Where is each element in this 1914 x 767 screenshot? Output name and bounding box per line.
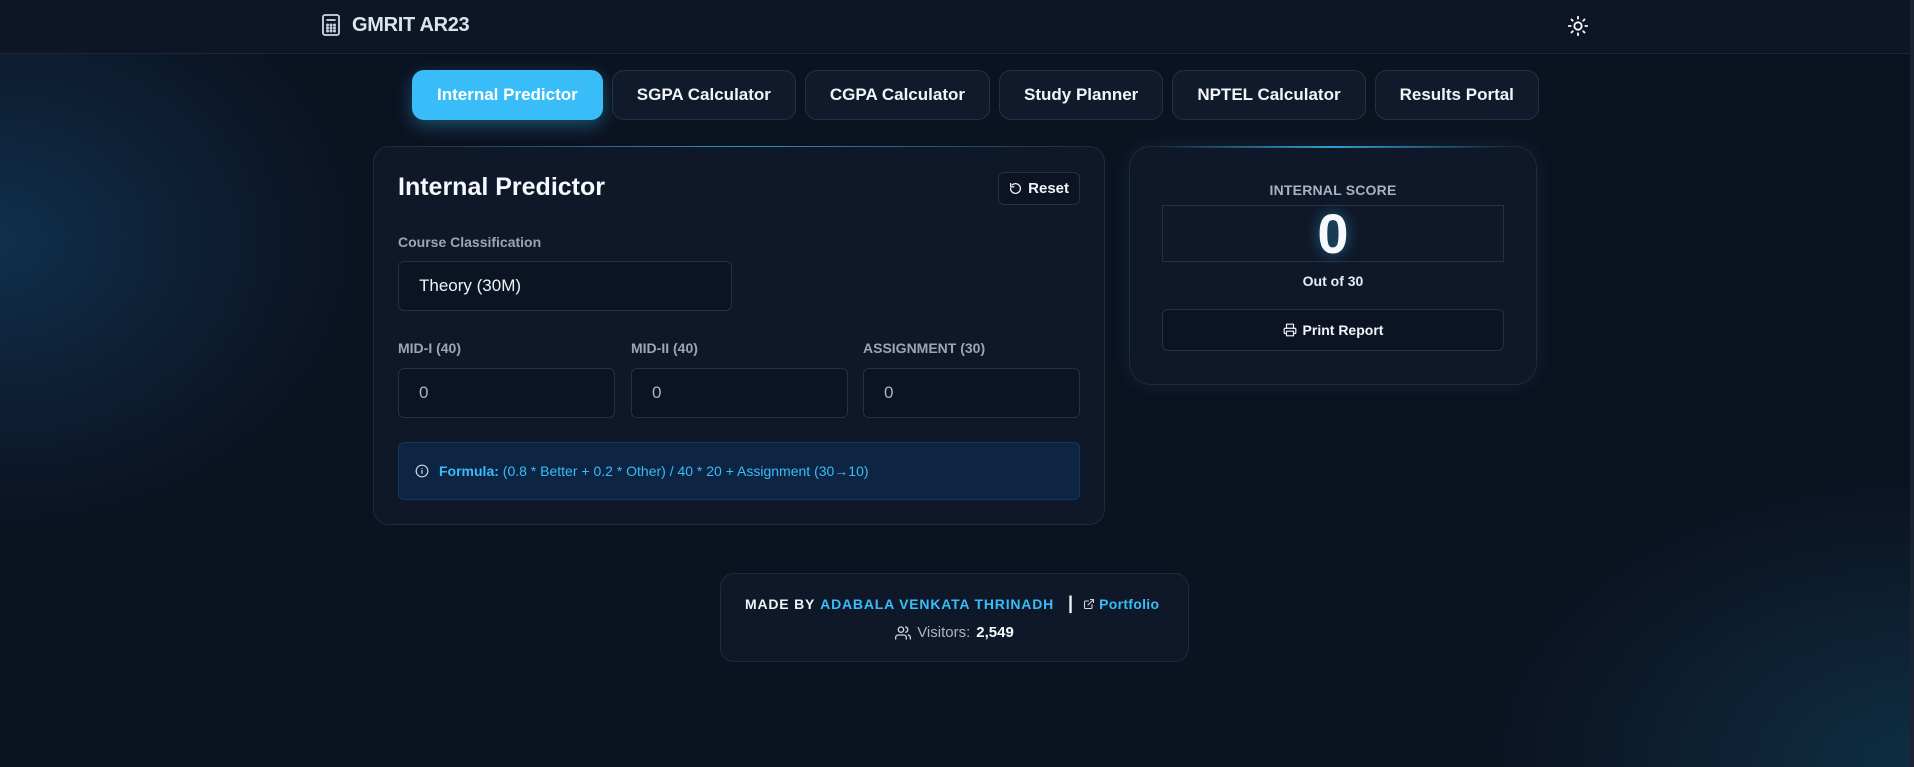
tab-sgpa-calculator[interactable]: SGPA Calculator	[611, 70, 796, 120]
credit-line: MADE BY ADABALA VENKATA THRINADH | Portf…	[745, 593, 1159, 614]
reset-label: Reset	[1028, 180, 1069, 197]
top-navbar: GMRIT AR23	[0, 0, 1910, 54]
theme-toggle-button[interactable]	[1564, 12, 1592, 40]
external-link-icon	[1084, 598, 1095, 609]
tab-cgpa-calculator[interactable]: CGPA Calculator	[804, 70, 990, 120]
tab-bar: Internal Predictor SGPA Calculator CGPA …	[412, 70, 1539, 120]
internal-predictor-card: Internal Predictor Reset Course Classifi…	[373, 146, 1105, 525]
internal-score-value: 0	[1162, 202, 1504, 265]
mid2-label: MID-II (40)	[631, 340, 698, 356]
card-accent-line	[1160, 146, 1506, 148]
formula-info-box: Formula: (0.8 * Better + 0.2 * Other) / …	[398, 442, 1080, 500]
reset-button[interactable]: Reset	[998, 172, 1080, 205]
mid1-label: MID-I (40)	[398, 340, 461, 356]
portfolio-link[interactable]: Portfolio	[1083, 596, 1159, 612]
tab-results-portal[interactable]: Results Portal	[1374, 70, 1539, 120]
course-classification-label: Course Classification	[398, 234, 542, 250]
card-title: Internal Predictor	[398, 173, 605, 201]
course-classification-select[interactable]: Theory (30M)	[398, 261, 732, 311]
author-name: ADABALA VENKATA THRINADH	[820, 595, 1055, 612]
mid2-input[interactable]: 0	[631, 368, 848, 418]
internal-score-card: INTERNAL SCORE 0 Out of 30 Print Report	[1129, 146, 1537, 385]
brand[interactable]: GMRIT AR23	[320, 13, 470, 37]
print-report-button[interactable]: Print Report	[1162, 309, 1504, 351]
formula-text: (0.8 * Better + 0.2 * Other) / 40 * 20 +…	[502, 463, 869, 479]
users-icon	[895, 625, 912, 640]
score-out-of: Out of 30	[1302, 273, 1364, 289]
card-accent-line	[394, 146, 1084, 147]
made-by-text: MADE BY	[745, 595, 816, 612]
internal-score-label: INTERNAL SCORE	[1269, 182, 1397, 198]
tab-study-planner[interactable]: Study Planner	[999, 70, 1164, 120]
assignment-label: ASSIGNMENT (30)	[863, 340, 986, 356]
separator: |	[1068, 593, 1074, 613]
assignment-input[interactable]: 0	[863, 368, 1080, 418]
tab-nptel-calculator[interactable]: NPTEL Calculator	[1172, 70, 1366, 120]
tab-internal-predictor[interactable]: Internal Predictor	[412, 70, 603, 120]
visitors-count: 2,549	[976, 624, 1014, 641]
scrollbar[interactable]	[1910, 0, 1914, 767]
calculator-icon	[322, 14, 340, 36]
mid1-input[interactable]: 0	[398, 368, 615, 418]
rotate-ccw-icon	[1010, 182, 1022, 194]
brand-title: GMRIT AR23	[352, 13, 470, 36]
info-icon	[415, 464, 429, 478]
formula-label: Formula:	[439, 463, 499, 479]
print-report-label: Print Report	[1302, 322, 1384, 338]
footer-credit: MADE BY ADABALA VENKATA THRINADH | Portf…	[720, 573, 1189, 662]
portfolio-label: Portfolio	[1099, 595, 1160, 612]
sun-icon	[1567, 15, 1589, 37]
printer-icon	[1283, 323, 1296, 337]
visitors-row: Visitors: 2,549	[721, 624, 1188, 641]
visitors-label: Visitors:	[917, 624, 971, 641]
